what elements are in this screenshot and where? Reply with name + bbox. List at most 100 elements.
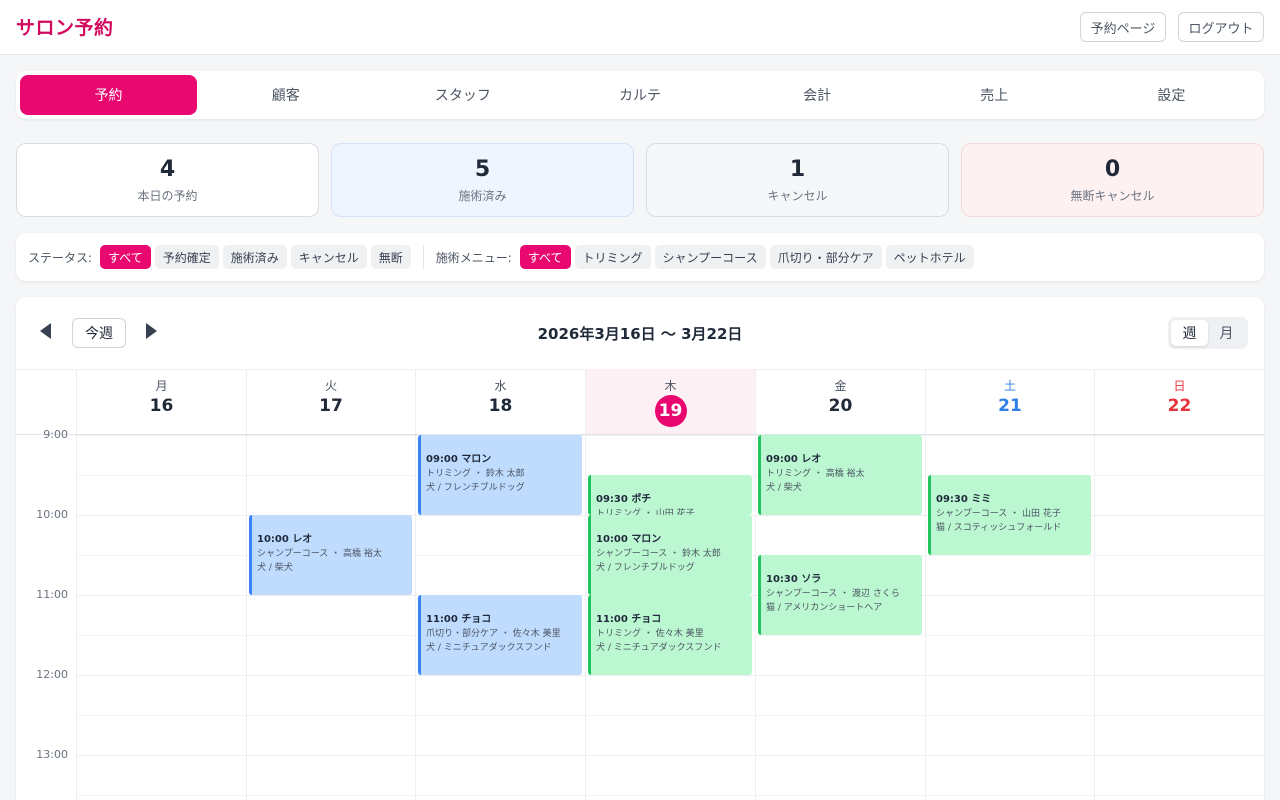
day-weekday: 日	[1173, 379, 1186, 393]
day-date: 22	[1167, 396, 1192, 416]
status-chip-no-show[interactable]: 無断	[370, 245, 411, 269]
appointment-card[interactable]: 10:00 レオシャンプーコース ・ 高橋 裕太犬 / 柴犬	[249, 515, 412, 595]
menu-chip-all[interactable]: すべて	[519, 245, 571, 269]
stat-value: 1	[789, 156, 806, 182]
day-header[interactable]: 火 17	[246, 369, 415, 434]
appointment-pet: 犬 / フレンチブルドッグ	[596, 563, 695, 573]
appointment-title: 09:30 ミミ	[936, 494, 992, 505]
grid-line	[76, 435, 1264, 436]
appointment-pet: 犬 / フレンチブルドッグ	[426, 483, 525, 493]
time-label: 12:00	[36, 668, 68, 681]
appointment-title: 09:00 マロン	[426, 454, 492, 465]
app-title: サロン予約	[16, 17, 114, 39]
appointment-menu: トリミング ・ 山田 花子	[596, 509, 695, 515]
grid-line	[76, 715, 1264, 716]
logout-button[interactable]: ログアウト	[1178, 12, 1264, 42]
column-divider	[585, 435, 586, 800]
day-date: 17	[319, 396, 343, 416]
stat-value: 0	[1104, 156, 1121, 182]
appointment-card[interactable]: 11:00 チョコ トリミング ・ 佐々木 美里犬 / ミニチュアダックスフンド	[588, 595, 752, 675]
day-header[interactable]: 金 20	[755, 369, 925, 434]
appointment-menu: シャンプーコース ・ 渡辺 さくら	[766, 589, 900, 599]
appointment-pet: 猫 / スコティッシュフォールド	[936, 523, 1062, 533]
stat-today-reservations: 4 本日の予約	[16, 143, 319, 217]
appointment-card[interactable]: 09:00 レオ トリミング ・ 高橋 裕太犬 / 柴犬	[758, 435, 922, 515]
tab-sales[interactable]: 売上	[906, 75, 1083, 115]
day-header[interactable]: 水 18	[415, 369, 585, 434]
appointment-menu: 爪切り・部分ケア ・ 佐々木 美里	[426, 629, 561, 639]
day-weekday: 月	[155, 379, 168, 393]
appointment-title: 10:00 レオ	[257, 534, 313, 545]
week-view-button[interactable]: 週	[1171, 320, 1208, 346]
status-chip-all[interactable]: すべて	[100, 245, 151, 269]
this-week-button[interactable]: 今週	[72, 318, 126, 348]
filter-bar: ステータス: すべて 予約確定 施術済み キャンセル 無断 施術メニュー: すべ…	[16, 233, 1264, 281]
prev-week-icon[interactable]	[40, 323, 51, 339]
day-weekday: 火	[324, 379, 337, 393]
tab-reservations[interactable]: 予約	[20, 75, 198, 115]
appointment-card[interactable]: 09:30 ミミシャンプーコース ・ 山田 花子猫 / スコティッシュフォールド	[928, 475, 1091, 555]
day-weekday: 土	[1003, 379, 1016, 393]
tab-staff[interactable]: スタッフ	[374, 75, 551, 115]
appointment-menu: トリミング ・ 高橋 裕太	[766, 469, 865, 479]
column-divider	[755, 435, 756, 800]
stat-label: 本日の予約	[137, 188, 198, 203]
appointment-card[interactable]: 09:30 ポチトリミング ・ 山田 花子	[588, 475, 752, 515]
tab-customers[interactable]: 顧客	[197, 75, 374, 115]
appointment-title: 11:00 チョコ	[426, 614, 492, 625]
month-view-button[interactable]: 月	[1208, 320, 1245, 346]
day-date: 18	[488, 396, 513, 416]
tab-checkout[interactable]: 会計	[729, 75, 906, 115]
appointment-menu: シャンプーコース ・ 鈴木 太郎	[596, 549, 721, 559]
filter-divider	[422, 245, 424, 269]
day-header[interactable]: 土 21	[925, 369, 1094, 434]
status-chip-completed[interactable]: 施術済み	[222, 245, 287, 269]
time-grid: 9:00 10:00 11:00 12:00 13:00 10:00 レオ シャンプーコース…	[16, 428, 1264, 800]
status-chip-confirmed[interactable]: 予約確定	[154, 245, 219, 269]
appointment-pet: 猫 / アメリカンショートヘア	[766, 603, 883, 613]
menu-chip-pet-hotel[interactable]: ペットホテル	[885, 245, 974, 269]
tab-records[interactable]: カルテ	[551, 75, 728, 115]
day-header[interactable]: 木 19	[585, 369, 755, 434]
appointment-title: 11:00 チョコ	[596, 614, 662, 625]
appointment-menu: シャンプーコース ・ 山田 花子	[936, 509, 1061, 519]
time-label: 9:00	[43, 428, 68, 441]
stat-label: 無断キャンセル	[1070, 188, 1155, 203]
appointment-menu: シャンプーコース ・ 高橋 裕太	[257, 549, 382, 559]
menu-chip-shampoo[interactable]: シャンプーコース	[654, 245, 766, 269]
appointment-card[interactable]: 10:30 ソラ シャンプーコース ・ 渡辺 さくら猫 / アメリカンショートヘア	[758, 555, 922, 635]
appointment-card[interactable]: 10:00 マロン シャンプーコース ・ 鈴木 太郎犬 / フレンチブルドッグ	[588, 515, 752, 595]
stat-no-show: 0 無断キャンセル	[961, 143, 1264, 217]
day-date: 20	[828, 396, 853, 416]
week-calendar: 今週 2026年3月16日 〜 3月22日 週 月 月 16 火 17 水 18 木 19 金 2…	[16, 297, 1264, 800]
status-chip-cancelled[interactable]: キャンセル	[290, 245, 367, 269]
date-range-title: 2026年3月16日 〜 3月22日	[537, 325, 743, 343]
grid-line	[76, 755, 1264, 756]
appointment-title: 09:00 レオ	[766, 454, 822, 465]
day-header[interactable]: 日 22	[1094, 369, 1264, 434]
day-date: 21	[998, 396, 1022, 416]
day-weekday: 水	[494, 379, 507, 393]
booking-page-button[interactable]: 予約ページ	[1080, 12, 1166, 42]
appointment-menu: トリミング ・ 佐々木 美里	[596, 629, 704, 639]
tab-settings[interactable]: 設定	[1083, 75, 1260, 115]
menu-chip-trimming[interactable]: トリミング	[574, 245, 651, 269]
appointment-pet: 犬 / 柴犬	[257, 563, 293, 573]
appointment-card[interactable]: 11:00 チョコ爪切り・部分ケア ・ 佐々木 美里犬 / ミニチュアダックスフ…	[418, 595, 582, 675]
appointment-card[interactable]: 09:00 マロントリミング ・ 鈴木 太郎犬 / フレンチブルドッグ	[418, 435, 582, 515]
today-date-badge: 19	[654, 395, 687, 427]
stat-value: 4	[159, 156, 176, 182]
appointment-title: 09:30 ポチ	[596, 494, 652, 505]
appointment-menu: トリミング ・ 鈴木 太郎	[426, 469, 525, 479]
day-header[interactable]: 月 16	[76, 369, 246, 434]
appointment-pet: 犬 / ミニチュアダックスフンド	[426, 643, 552, 653]
menu-chip-nail-care[interactable]: 爪切り・部分ケア	[769, 245, 882, 269]
time-label: 13:00	[36, 748, 68, 761]
time-label: 11:00	[36, 588, 68, 601]
day-date: 16	[149, 396, 174, 416]
next-week-icon[interactable]	[146, 323, 157, 339]
column-divider	[246, 435, 247, 800]
stat-cancelled: 1 キャンセル	[646, 143, 949, 217]
view-toggle: 週 月	[1168, 317, 1248, 349]
column-divider	[1094, 435, 1095, 800]
